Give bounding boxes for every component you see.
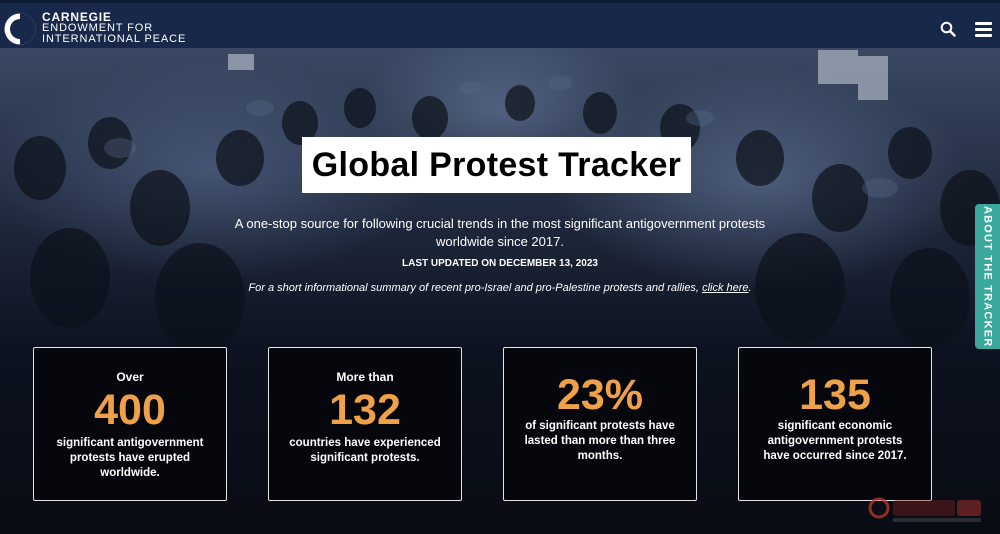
hero-subtitle-line2: worldwide since 2017. — [436, 234, 564, 249]
hero-subtitle: A one-stop source for following crucial … — [230, 215, 770, 251]
watermark-logo — [868, 497, 981, 522]
hero-subtitle-line1: A one-stop source for following crucial … — [234, 216, 766, 231]
crowd-background-image — [14, 50, 1000, 348]
click-here-link[interactable]: click here — [702, 282, 748, 294]
hamburger-menu-icon[interactable] — [975, 22, 992, 37]
stat-prefix: Over — [116, 370, 144, 384]
stat-number: 132 — [329, 386, 401, 434]
stat-card-economic: 135 significant economic antigovernment … — [738, 347, 932, 501]
carnegie-logo[interactable]: CARNEGIE ENDOWMENT FOR INTERNATIONAL PEA… — [4, 11, 187, 45]
stat-description: significant antigovernment protests have… — [56, 437, 204, 479]
stat-number: 135 — [799, 371, 871, 419]
stat-card-countries: More than 132 countries have experienced… — [268, 347, 462, 501]
stat-prefix: More than — [336, 370, 394, 384]
stat-card-duration: 23% of significant protests have lasted … — [503, 347, 697, 501]
stat-description: significant economic antigovernment prot… — [763, 420, 907, 462]
page-title-box: Global Protest Tracker — [302, 137, 691, 193]
search-icon[interactable] — [940, 21, 956, 37]
page-title: Global Protest Tracker — [311, 145, 682, 184]
stat-description: countries have experienced significant p… — [289, 437, 441, 464]
about-the-tracker-tab[interactable]: ABOUT THE TRACKER — [975, 204, 1000, 349]
stat-description: of significant protests have lasted than… — [524, 420, 676, 462]
carnegie-logo-icon — [4, 13, 36, 45]
summary-note-end: . — [748, 282, 752, 294]
top-navigation-bar: CARNEGIE ENDOWMENT FOR INTERNATIONAL PEA… — [0, 0, 1000, 48]
summary-note-text: For a short informational summary of rec… — [248, 282, 703, 294]
stat-number: 23% — [556, 371, 644, 419]
last-updated-label: LAST UPDATED ON DECEMBER 13, 2023 — [402, 258, 598, 269]
summary-note: For a short informational summary of rec… — [200, 282, 800, 294]
stat-card-protests: Over 400 significant antigovernment prot… — [33, 347, 227, 501]
logo-text-line3: INTERNATIONAL PEACE — [42, 33, 187, 45]
about-the-tracker-label: ABOUT THE TRACKER — [981, 205, 994, 348]
stat-number: 400 — [94, 386, 166, 434]
